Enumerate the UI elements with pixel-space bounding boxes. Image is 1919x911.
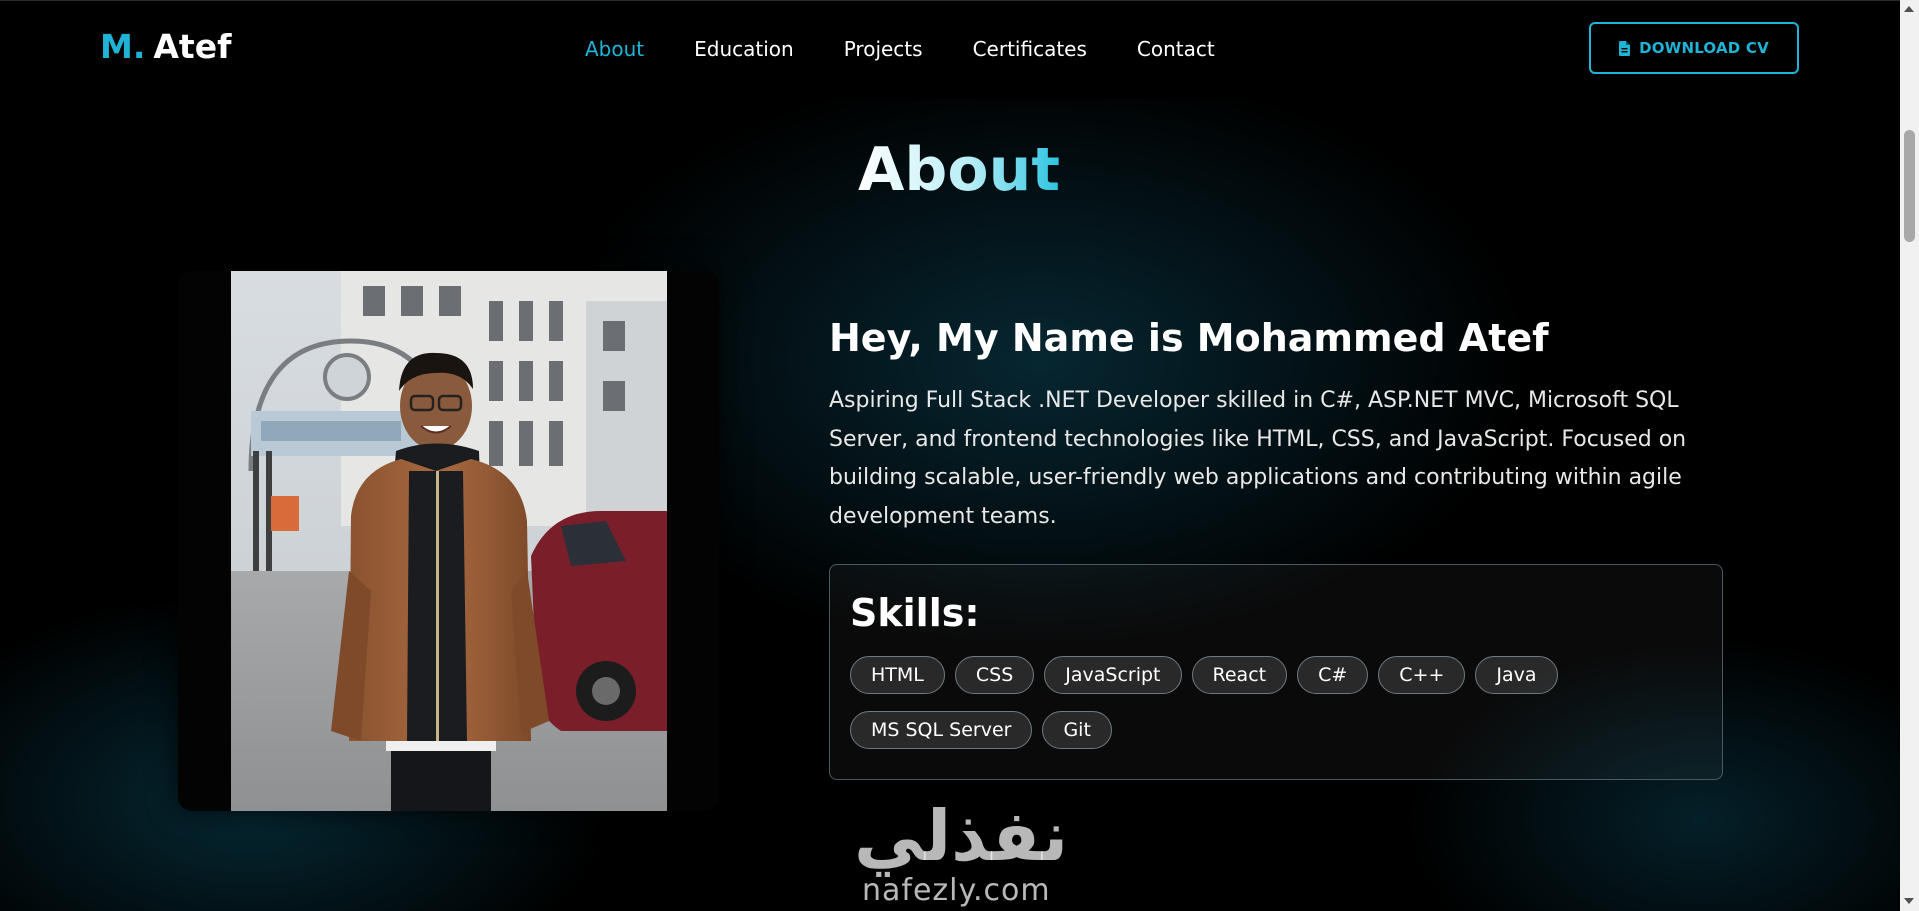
nafezly-watermark: نفذلي nafezly.com: [850, 795, 1080, 911]
watermark-arabic: نفذلي: [854, 795, 1069, 877]
logo-name: Atef: [153, 27, 232, 66]
download-cv-label: DOWNLOAD CV: [1639, 39, 1769, 57]
skills-title: Skills:: [850, 591, 980, 635]
site-logo[interactable]: M. Atef: [100, 27, 231, 66]
page-scrollbar[interactable]: [1900, 0, 1919, 911]
nav-link-certificates[interactable]: Certificates: [973, 37, 1087, 61]
nav-link-contact[interactable]: Contact: [1137, 37, 1215, 61]
profile-photo-frame: [178, 271, 719, 811]
scroll-thumb[interactable]: [1904, 130, 1915, 242]
download-cv-button[interactable]: DOWNLOAD CV: [1589, 22, 1799, 74]
logo-initial: M.: [100, 27, 146, 66]
skill-chip: React: [1191, 656, 1288, 694]
scroll-up-arrow-icon[interactable]: [1904, 6, 1914, 12]
skills-box: Skills: HTML CSS JavaScript React C# C++…: [829, 564, 1723, 780]
about-heading: Hey, My Name is Mohammed Atef: [829, 316, 1549, 360]
skill-chip: Git: [1042, 711, 1112, 749]
skill-chip: Java: [1475, 656, 1558, 694]
skill-chip: MS SQL Server: [850, 711, 1033, 749]
file-icon: [1619, 40, 1631, 56]
section-title: About: [858, 135, 1061, 205]
nav-link-education[interactable]: Education: [694, 37, 794, 61]
skill-chip: HTML: [850, 656, 945, 694]
navbar: M. Atef About Education Projects Certific…: [0, 0, 1900, 99]
skill-chip: CSS: [954, 656, 1035, 694]
skill-chip: JavaScript: [1044, 656, 1182, 694]
scroll-down-arrow-icon[interactable]: [1904, 898, 1914, 904]
page: M. Atef About Education Projects Certific…: [0, 0, 1919, 911]
watermark-latin: nafezly.com: [862, 873, 1051, 908]
about-bio: Aspiring Full Stack .NET Developer skill…: [829, 388, 1687, 529]
nav-link-projects[interactable]: Projects: [844, 37, 923, 61]
nav-links: About Education Projects Certificates Co…: [585, 37, 1265, 61]
nav-link-about[interactable]: About: [585, 37, 644, 61]
skill-chip: C++: [1378, 656, 1466, 694]
skill-chip: C#: [1297, 656, 1369, 694]
skills-list: HTML CSS JavaScript React C# C++ Java MS…: [850, 656, 1670, 749]
profile-photo: [231, 271, 667, 811]
